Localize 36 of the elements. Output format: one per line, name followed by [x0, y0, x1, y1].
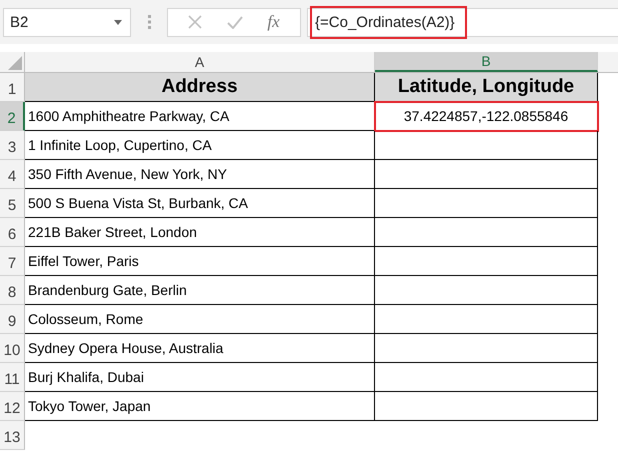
table-cell: 221B Baker Street, London	[25, 218, 375, 247]
row-header[interactable]: 8	[0, 276, 25, 305]
table-cell: Burj Khalifa, Dubai	[25, 363, 375, 392]
table-cell: Tokyo Tower, Japan	[25, 392, 375, 421]
table-cell: 1 Infinite Loop, Cupertino, CA	[25, 131, 375, 160]
select-all-icon[interactable]	[8, 56, 22, 70]
cancel-icon[interactable]	[188, 15, 202, 29]
column-title-cell: Latitude, Longitude	[375, 73, 598, 102]
table-cell: Brandenburg Gate, Berlin	[25, 276, 375, 305]
row-header[interactable]: 5	[0, 189, 25, 218]
table-cell: Sydney Opera House, Australia	[25, 334, 375, 363]
row-header[interactable]: 13	[0, 421, 25, 450]
table-cell: 37.4224857,-122.0855846	[375, 102, 598, 131]
grip-icon	[148, 15, 151, 29]
row-header[interactable]: 6	[0, 218, 25, 247]
dropdown-caret-icon	[114, 20, 122, 24]
name-box[interactable]: B2	[3, 8, 131, 36]
table-cell: 350 Fifth Avenue, New York, NY	[25, 160, 375, 189]
insert-function-button[interactable]: fx	[267, 12, 280, 32]
row-header[interactable]: 3	[0, 131, 25, 160]
table-cell: 1600 Amphitheatre Parkway, CA	[25, 102, 375, 131]
row-header[interactable]: 4	[0, 160, 25, 189]
row-header[interactable]: 7	[0, 247, 25, 276]
row-header[interactable]: 1	[0, 73, 25, 102]
row-header[interactable]: 9	[0, 305, 25, 334]
row-header[interactable]: 2	[0, 102, 25, 131]
check-icon[interactable]	[226, 16, 243, 28]
row-header[interactable]: 12	[0, 392, 25, 421]
table-cell: 500 S Buena Vista St, Burbank, CA	[25, 189, 375, 218]
column-header[interactable]: B	[375, 52, 598, 72]
column-title-cell: Address	[25, 73, 375, 102]
table-cell: Eiffel Tower, Paris	[25, 247, 375, 276]
row-header[interactable]: 10	[0, 334, 25, 363]
row-header[interactable]: 11	[0, 363, 25, 392]
formula-field[interactable]: {=Co_Ordinates(A2)}	[310, 6, 467, 38]
table-cell: Colosseum, Rome	[25, 305, 375, 334]
